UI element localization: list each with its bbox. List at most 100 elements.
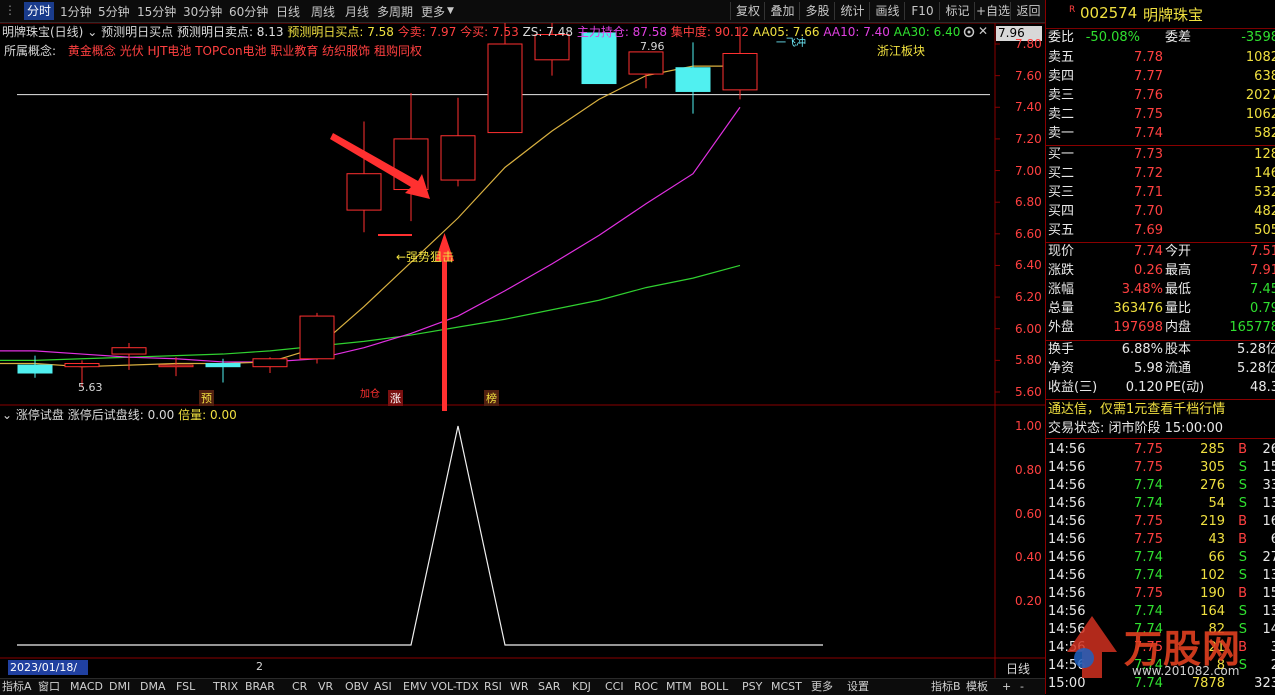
stat-label: 现价 [1048, 244, 1075, 259]
sub-dropdown-icon[interactable]: ⌄ [2, 408, 12, 422]
settings-icon[interactable] [963, 26, 975, 38]
tab-period-0[interactable]: 分时 [24, 2, 55, 20]
candle-body [252, 358, 288, 368]
indicator-tab-18[interactable]: CCI [605, 679, 624, 695]
bid-row: 买二 7.72 146 [1048, 164, 1275, 183]
candle-body [299, 315, 335, 360]
ask-volume: 1082 [1245, 50, 1275, 65]
tick-time: 14:56 [1048, 478, 1086, 493]
tool-button-1[interactable]: 叠加 [764, 2, 800, 20]
ask-row: 卖一 7.74 582 [1048, 124, 1275, 143]
tool-button-8[interactable]: 返回 [1010, 2, 1046, 20]
tab-period-4[interactable]: 30分钟 [183, 3, 222, 20]
stat-label: 最低 [1165, 282, 1192, 297]
indicator-tab-20[interactable]: MTM [666, 679, 692, 695]
indicator-tab-23[interactable]: MCST [771, 679, 802, 695]
new-high-tag: 一飞冲 [776, 38, 806, 49]
indicator-tab-5[interactable]: FSL [176, 679, 195, 695]
indicator-tab-8[interactable]: CR [292, 679, 307, 695]
indicator-tab-27[interactable]: 模板 [966, 679, 988, 695]
fund-value: 0.120 [1125, 380, 1163, 395]
concept-list[interactable]: 黄金概念 光伏 HJT电池 TOPCon电池 职业教育 纺织服饰 租购同权 [68, 44, 422, 58]
stat-value: 363476 [1113, 301, 1163, 316]
indicator-tab-14[interactable]: RSI [484, 679, 502, 695]
candle-body [628, 51, 664, 75]
weibi-value: -50.08% [1085, 30, 1140, 45]
candle[interactable] [346, 121, 382, 233]
indicator-tab-4[interactable]: DMA [140, 679, 166, 695]
kline-chart[interactable] [0, 23, 1045, 678]
region-label[interactable]: 浙江板块 [877, 42, 925, 59]
chart-stock-title: 明牌珠宝(日线) [2, 25, 84, 39]
grip-icon[interactable]: ⋮ [4, 3, 16, 17]
indicator-tab-21[interactable]: BOLL [700, 679, 728, 695]
stat-value: 165778 [1229, 320, 1275, 335]
indicator-tab-24[interactable]: 更多 [811, 679, 833, 695]
indicator-dropdown-icon[interactable]: ⌄ [87, 25, 97, 39]
candle[interactable] [440, 97, 476, 187]
tool-button-4[interactable]: 画线 [869, 2, 905, 20]
tool-button-6[interactable]: 标记 [939, 2, 975, 20]
tool-button-7[interactable]: +自选 [974, 2, 1011, 20]
tool-button-5[interactable]: F10 [904, 2, 940, 20]
tab-period-5[interactable]: 60分钟 [229, 3, 268, 20]
tool-button-0[interactable]: 复权 [730, 2, 765, 20]
indicator-tab-6[interactable]: TRIX [213, 679, 238, 695]
indicator-tab-29[interactable]: - [1020, 679, 1024, 695]
indicator-tab-28[interactable]: + [1002, 679, 1011, 695]
indicator-tab-25[interactable]: 设置 [847, 679, 869, 695]
candle[interactable] [675, 42, 711, 114]
more-chevron-down-icon[interactable]: ▼ [447, 6, 454, 16]
indicator-tab-0[interactable]: 指标A [2, 679, 32, 695]
indicator-name[interactable]: 预测明日买点 [101, 25, 173, 39]
indicator-tab-9[interactable]: VR [318, 679, 333, 695]
tab-period-1[interactable]: 1分钟 [60, 3, 92, 20]
weibi-label: 委比 [1048, 30, 1075, 45]
stat-value: 197698 [1113, 320, 1163, 335]
candle[interactable] [393, 93, 429, 222]
indicator-tab-1[interactable]: 窗口 [38, 679, 60, 695]
indicator-tab-17[interactable]: KDJ [572, 679, 591, 695]
indicator-tab-16[interactable]: SAR [538, 679, 560, 695]
close-icon[interactable]: ✕ [978, 24, 993, 39]
tab-period-2[interactable]: 5分钟 [98, 3, 130, 20]
tick-price: 7.75 [1134, 532, 1163, 547]
jiancang-tag: 加仓 [360, 389, 380, 400]
indicator-tab-22[interactable]: PSY [742, 679, 762, 695]
tab-period-3[interactable]: 15分钟 [137, 3, 176, 20]
candle[interactable] [17, 355, 53, 378]
concentration: 集中度: 90.12 [670, 25, 750, 39]
stat-row: 涨跌 0.26 最高 7.91 [1048, 261, 1275, 280]
indicator-tab-3[interactable]: DMI [109, 679, 130, 695]
tool-button-3[interactable]: 统计 [834, 2, 870, 20]
tool-button-2[interactable]: 多股 [799, 2, 835, 20]
tick-side: B [1238, 514, 1247, 529]
ask-row: 卖二 7.75 1062 [1048, 105, 1275, 124]
sub-indicator-name[interactable]: 涨停试盘 [16, 408, 64, 422]
panel-divider [1045, 340, 1275, 341]
tab-period-6[interactable]: 日线 [276, 3, 300, 20]
candle[interactable] [252, 357, 288, 374]
indicator-tab-11[interactable]: ASI [374, 679, 392, 695]
indicator-tab-7[interactable]: BRAR [245, 679, 275, 695]
tab-period-9[interactable]: 多周期 [377, 3, 413, 20]
indicator-tab-10[interactable]: OBV [345, 679, 368, 695]
indicator-tab-15[interactable]: WR [510, 679, 529, 695]
indicator-tab-13[interactable]: VOL-TDX [431, 679, 479, 695]
candle-body [17, 364, 53, 374]
tick-side: S [1238, 568, 1247, 583]
tab-period-10[interactable]: 更多 [421, 3, 445, 20]
indicator-tab-12[interactable]: EMV [403, 679, 427, 695]
period-label[interactable]: 日线 [1006, 660, 1030, 677]
price-tick-label: 6.00 [1015, 321, 1042, 336]
indicator-tab-19[interactable]: ROC [634, 679, 658, 695]
stat-value: 3.48% [1121, 282, 1163, 297]
indicator-tab-2[interactable]: MACD [70, 679, 103, 695]
candle[interactable] [628, 51, 664, 89]
candle[interactable] [299, 312, 335, 364]
tab-period-7[interactable]: 周线 [311, 3, 335, 20]
indicator-tab-26[interactable]: 指标B [931, 679, 961, 695]
stat-label: 总量 [1048, 301, 1075, 316]
tab-period-8[interactable]: 月线 [345, 3, 369, 20]
price-tick-label: 6.20 [1015, 290, 1042, 305]
